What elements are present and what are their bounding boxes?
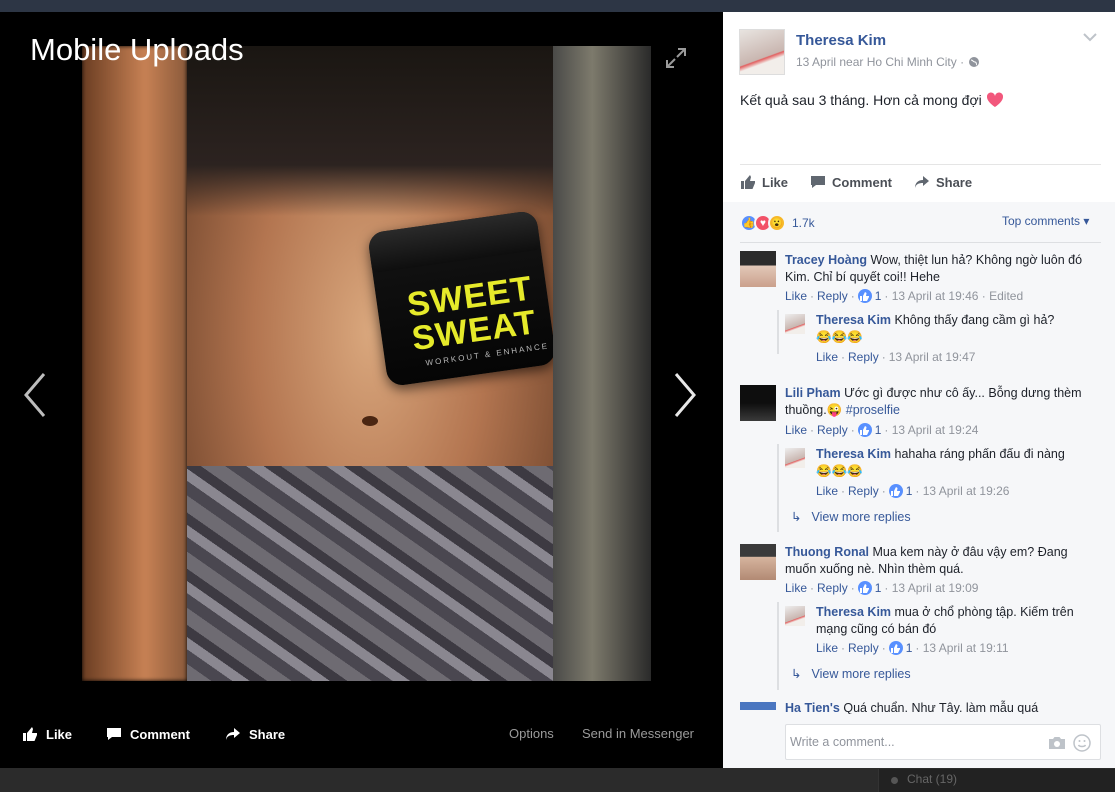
chat-sidebar-tab[interactable]: Chat (19) xyxy=(878,769,1115,792)
comment: Ha Tien's Quá chuẩn. Như Tây. làm mẫu qu… xyxy=(785,701,1039,714)
comment-meta: Like · Reply · 1 · 13 April at 19:46 · E… xyxy=(785,289,1024,303)
chevron-down-icon[interactable] xyxy=(1083,32,1097,42)
fullscreen-icon[interactable] xyxy=(664,46,688,70)
photo-shorts xyxy=(187,466,553,681)
reply: Theresa Kim hahaha ráng phấn đấu đi nàng… xyxy=(816,447,1065,478)
comment-like-link[interactable]: Like xyxy=(785,581,807,595)
photo-right-panel xyxy=(553,46,651,681)
post-actions: Like Comment Share xyxy=(740,174,972,190)
post-text: Kết quả sau 3 tháng. Hơn cả mong đợi xyxy=(740,92,1004,108)
comment-like-link[interactable]: Like xyxy=(785,289,807,303)
post-panel: Theresa Kim 13 April near Ho Chi Minh Ci… xyxy=(723,12,1115,768)
globe-icon xyxy=(969,57,980,67)
avatar[interactable] xyxy=(785,314,805,334)
smiley-icon[interactable] xyxy=(1073,734,1091,752)
product-jar: SWEET SWEAT WORKOUT & ENHANCE xyxy=(367,209,553,388)
comment-meta: Like · Reply · 1 · 13 April at 19:09 xyxy=(785,581,979,595)
send-in-messenger-link[interactable]: Send in Messenger xyxy=(582,726,694,741)
reply-reply-link[interactable]: Reply xyxy=(848,641,879,655)
thumbs-up-icon xyxy=(23,727,37,741)
viewer-share-button[interactable]: Share xyxy=(225,726,285,742)
reply-like-link[interactable]: Like xyxy=(816,350,838,364)
reaction-count[interactable]: 1.7k xyxy=(792,216,815,230)
like-badge-icon xyxy=(888,484,903,498)
comment-reply-link[interactable]: Reply xyxy=(817,423,848,437)
comment-input[interactable]: Write a comment... xyxy=(785,724,1101,760)
background-header xyxy=(0,0,1115,12)
previous-photo-icon[interactable] xyxy=(20,370,50,420)
options-link[interactable]: Options xyxy=(509,726,554,741)
page: Chat (19) Mobile Uploads SWEET SWEAT WOR… xyxy=(0,0,1115,792)
comment: Tracey Hoàng Wow, thiệt lun hả? Không ng… xyxy=(785,253,1083,284)
like-badge-icon xyxy=(888,641,903,655)
avatar[interactable] xyxy=(740,385,776,421)
post-date[interactable]: 13 April near Ho Chi Minh City · xyxy=(796,55,964,69)
wow-reaction-icon: 😮 xyxy=(768,214,786,232)
like-badge-icon xyxy=(857,581,872,595)
chat-label: Chat (19) xyxy=(907,772,958,786)
view-more-replies-link[interactable]: ↳ View more replies xyxy=(791,666,911,682)
photo-left-panel xyxy=(82,46,187,681)
comment-meta: Like · Reply · 1 · 13 April at 19:24 xyxy=(785,423,979,437)
caret-down-icon: ▾ xyxy=(1083,214,1090,228)
reply-arrow-icon: ↳ xyxy=(791,510,802,524)
comment: Thuong Ronal Mua kem này ở đâu vậy em? Đ… xyxy=(785,545,1068,576)
post-author[interactable]: Theresa Kim xyxy=(796,32,886,49)
thumbs-up-icon xyxy=(741,175,755,189)
hashtag-link[interactable]: #proselfie xyxy=(846,403,900,417)
reply-arrow-icon: ↳ xyxy=(791,667,802,681)
comment-like-link[interactable]: Like xyxy=(785,423,807,437)
post-meta: 13 April near Ho Chi Minh City · xyxy=(796,55,980,69)
comment-reply-link[interactable]: Reply xyxy=(817,289,848,303)
comment-sort-dropdown[interactable]: Top comments ▾ xyxy=(1002,214,1089,228)
reaction-summary[interactable]: 👍 ♥ 😮 1.7k xyxy=(740,214,815,232)
chat-status-icon xyxy=(891,777,898,784)
avatar[interactable] xyxy=(785,606,805,626)
reply-reply-link[interactable]: Reply xyxy=(848,484,879,498)
camera-icon[interactable] xyxy=(1048,735,1066,751)
comment-icon xyxy=(811,176,826,188)
reply-meta: Like · Reply · 13 April at 19:47 xyxy=(816,350,976,364)
share-icon xyxy=(914,176,929,188)
like-badge-icon xyxy=(857,423,872,437)
photo[interactable]: SWEET SWEAT WORKOUT & ENHANCE xyxy=(82,46,651,681)
share-button[interactable]: Share xyxy=(914,174,972,190)
album-title[interactable]: Mobile Uploads xyxy=(30,32,244,68)
reply-meta: Like · Reply · 1 · 13 April at 19:11 xyxy=(816,641,1009,655)
reply: Theresa Kim Không thấy đang cầm gì hả? 😂… xyxy=(816,313,1055,344)
photo-main-panel: SWEET SWEAT WORKOUT & ENHANCE xyxy=(187,46,553,681)
like-badge-icon xyxy=(857,289,872,303)
share-icon xyxy=(226,728,240,740)
avatar[interactable] xyxy=(740,544,776,580)
reply-like-link[interactable]: Like xyxy=(816,641,838,655)
viewer-comment-button[interactable]: Comment xyxy=(106,726,190,742)
viewer-action-bar: Like Comment Share Options Send in Messe… xyxy=(0,712,723,756)
reply-like-link[interactable]: Like xyxy=(816,484,838,498)
avatar[interactable] xyxy=(785,448,805,468)
comment-icon xyxy=(107,728,121,740)
comment: Lili Pham Ước gì được như cô ấy... Bỗng … xyxy=(785,386,1082,417)
avatar[interactable] xyxy=(739,29,785,75)
reply-reply-link[interactable]: Reply xyxy=(848,350,879,364)
reply: Theresa Kim mua ở chổ phòng tập. Kiếm tr… xyxy=(816,605,1074,636)
view-more-replies-link[interactable]: ↳ View more replies xyxy=(791,509,911,525)
comment-reply-link[interactable]: Reply xyxy=(817,581,848,595)
like-button[interactable]: Like xyxy=(740,174,788,190)
avatar[interactable] xyxy=(740,251,776,287)
photo-viewer: Mobile Uploads SWEET SWEAT WORKOUT & ENH… xyxy=(0,12,723,768)
avatar[interactable] xyxy=(740,702,776,710)
reply-meta: Like · Reply · 1 · 13 April at 19:26 xyxy=(816,484,1010,498)
next-photo-icon[interactable] xyxy=(670,370,700,420)
heart-icon xyxy=(986,92,1003,107)
comment-button[interactable]: Comment xyxy=(810,174,892,190)
viewer-like-button[interactable]: Like xyxy=(22,726,72,742)
